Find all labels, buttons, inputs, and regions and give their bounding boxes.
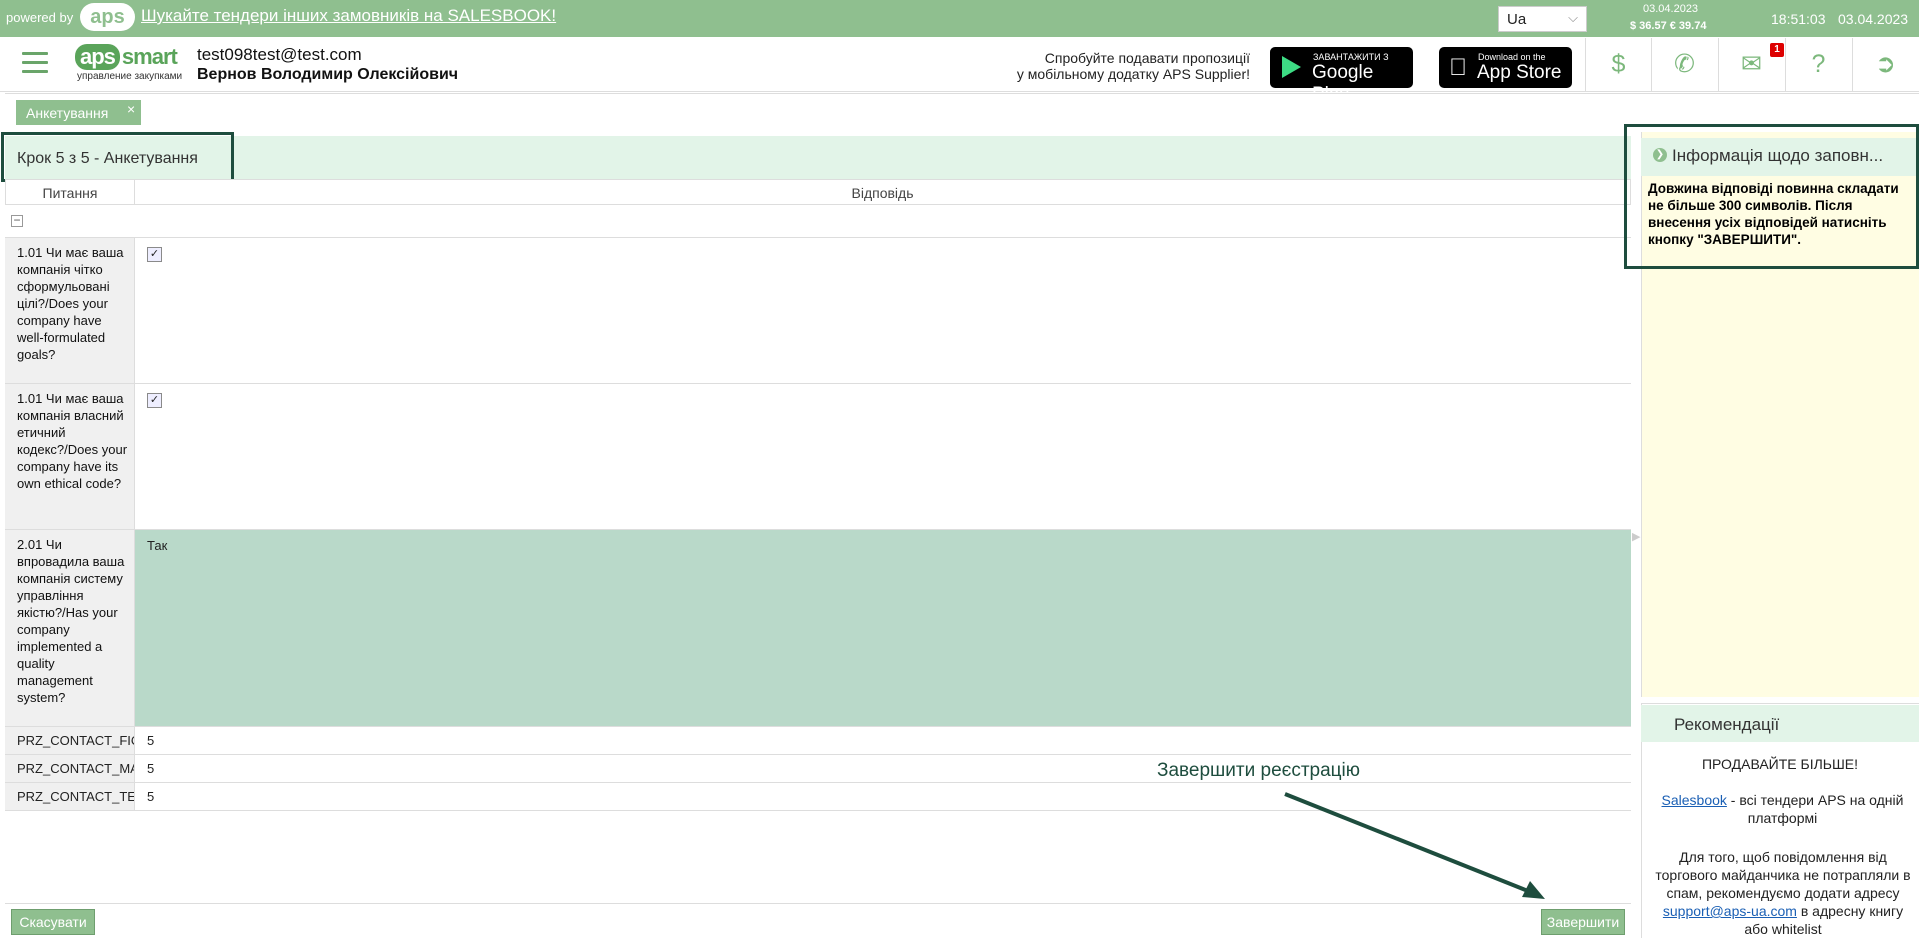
- recommendations-heading: ПРОДАВАЙТЕ БІЛЬШЕ!: [1701, 756, 1859, 772]
- answer-checkbox[interactable]: ✓: [147, 247, 162, 262]
- step-highlight-frame: [1, 132, 234, 182]
- salesbook-link[interactable]: Шукайте тендери інших замовників на SALE…: [141, 6, 556, 26]
- answer-cell: ✓: [135, 384, 1631, 530]
- phone-icon[interactable]: ✆: [1651, 38, 1717, 91]
- answer-value: Так: [147, 538, 168, 553]
- app-store-button[interactable]:  Download on the App Store: [1439, 47, 1572, 88]
- contact-question-cell: PRZ_CONTACT_MAIL: [5, 755, 135, 783]
- aps-logo[interactable]: aps: [80, 3, 135, 31]
- dollar-icon[interactable]: $: [1585, 38, 1651, 91]
- google-play-icon: [1282, 56, 1301, 78]
- recommendations-paragraph-2: Для того, щоб повідомлення від торгового…: [1652, 848, 1914, 938]
- column-header-answer: Відповідь: [135, 179, 1631, 205]
- language-value: Ua: [1507, 11, 1527, 28]
- user-name: Вернов Володимир Олексійович: [197, 66, 459, 83]
- answer-cell: ✓: [135, 238, 1631, 384]
- salesbook-link[interactable]: Salesbook: [1662, 792, 1727, 808]
- logout-icon[interactable]: ➲: [1852, 38, 1918, 91]
- question-cell: 1.01 Чи має ваша компанія чітко сформуль…: [5, 238, 135, 384]
- logo-smart: smart: [121, 44, 178, 69]
- app-store-small-text: Download on the: [1478, 52, 1546, 62]
- answer-cell-selected[interactable]: Так: [135, 530, 1631, 727]
- current-time: 18:51:03: [1771, 11, 1826, 27]
- group-row: [5, 205, 1631, 238]
- promo-line-2: у мобільному додатку APS Supplier!: [1016, 66, 1250, 82]
- menu-icon[interactable]: [22, 52, 48, 74]
- column-header-question: Питання: [5, 179, 135, 205]
- aps-smart-logo[interactable]: aps smart управление закупками: [75, 44, 185, 84]
- contact-question-cell: PRZ_CONTACT_FIO: [5, 727, 135, 755]
- question-cell: 2.01 Чи впровадила ваша компанія систему…: [5, 530, 135, 727]
- recommendations-title: Рекомендації: [1674, 715, 1780, 734]
- contact-answer-cell[interactable]: 5: [135, 727, 1631, 755]
- logo-aps: aps: [75, 44, 120, 70]
- panel-collapse-icon[interactable]: ▶: [1632, 530, 1640, 543]
- cancel-button[interactable]: Скасувати: [11, 909, 95, 935]
- answer-checkbox[interactable]: ✓: [147, 393, 162, 408]
- contact-answer-cell[interactable]: 5: [135, 755, 1631, 783]
- annotation-label: Завершити реєстрацію: [1157, 760, 1361, 781]
- recommendations-text: - всі тендери APS на одній платформі: [1726, 792, 1904, 826]
- recommendations-text: Для того, щоб повідомлення від торгового…: [1655, 849, 1911, 901]
- close-icon[interactable]: ×: [127, 101, 135, 117]
- mobile-app-promo: Спробуйте подавати пропозиції у мобільно…: [980, 50, 1250, 82]
- chevron-down-icon: ⌵: [1568, 10, 1578, 25]
- step-header: [5, 136, 1631, 179]
- tab-questionnaire[interactable]: Анкетування: [16, 100, 141, 125]
- finish-button[interactable]: Завершити: [1541, 909, 1625, 935]
- current-date: 03.04.2023: [1838, 11, 1909, 27]
- apple-icon: : [1449, 54, 1467, 82]
- mail-count-badge: 1: [1770, 43, 1784, 57]
- google-play-button[interactable]: ЗАВАНТАЖИТИ З Google Play: [1270, 47, 1413, 105]
- recommendations-paragraph-1: Salesbook - всі тендери APS на одній пла…: [1655, 791, 1910, 827]
- help-icon[interactable]: ?: [1785, 38, 1851, 91]
- powered-by-label: powered by: [6, 10, 74, 25]
- exchange-rate-date: 03.04.2023: [1643, 3, 1699, 15]
- info-highlight-frame: [1624, 124, 1919, 269]
- collapse-group-icon[interactable]: −: [11, 214, 23, 227]
- question-cell: 1.01 Чи має ваша компанія власний етични…: [5, 384, 135, 530]
- app-store-label: App Store: [1477, 62, 1562, 83]
- support-email-link[interactable]: support@aps-ua.com: [1663, 903, 1797, 919]
- exchange-rates: $ 36.57 € 39.74: [1630, 20, 1707, 32]
- contact-question-cell: PRZ_CONTACT_TEL: [5, 783, 135, 811]
- language-select[interactable]: Ua ⌵: [1498, 6, 1587, 32]
- logo-subtitle: управление закупками: [77, 71, 183, 82]
- google-play-small-text: ЗАВАНТАЖИТИ З: [1313, 52, 1389, 62]
- annotation-arrow: [1284, 792, 1545, 899]
- promo-line-1: Спробуйте подавати пропозиції: [1044, 50, 1250, 66]
- user-email: test098test@test.com: [197, 45, 362, 64]
- bottom-toolbar: [5, 903, 1631, 938]
